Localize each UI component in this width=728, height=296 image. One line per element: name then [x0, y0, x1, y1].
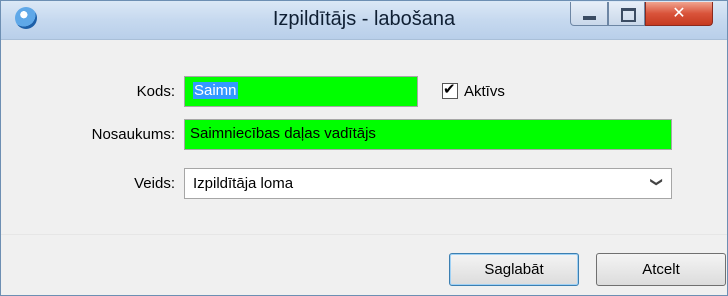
cancel-button[interactable]: Atcelt	[596, 253, 726, 286]
veids-value: Izpildītāja loma	[193, 175, 294, 192]
chevron-down-icon: ❯	[649, 176, 664, 188]
maximize-button[interactable]	[608, 2, 645, 26]
save-button[interactable]: Saglabāt	[449, 253, 579, 286]
checkmark-icon: ✔	[443, 80, 456, 98]
minimize-icon	[583, 16, 596, 20]
nosaukums-label: Nosaukums:	[91, 126, 175, 143]
veids-select[interactable]: Izpildītāja loma ❯	[184, 168, 672, 199]
divider	[1, 234, 727, 235]
kods-value: Saimn	[193, 82, 238, 99]
maximize-icon	[621, 8, 636, 22]
close-button[interactable]: ✕	[645, 2, 713, 26]
veids-label: Veids:	[134, 175, 175, 192]
minimize-button[interactable]	[570, 2, 608, 26]
dialog-window: Izpildītājs - labošana ✕ Kods: Saimn ✔ A…	[0, 0, 728, 296]
aktivs-label[interactable]: Aktīvs	[464, 83, 505, 100]
title-bar[interactable]: Izpildītājs - labošana ✕	[1, 1, 727, 40]
kods-input[interactable]: Saimn	[184, 76, 418, 107]
kods-label: Kods:	[136, 83, 175, 100]
close-icon: ✕	[672, 3, 686, 22]
nosaukums-input[interactable]: Saimniecības daļas vadītājs	[184, 119, 672, 150]
aktivs-checkbox[interactable]: ✔	[442, 80, 458, 99]
